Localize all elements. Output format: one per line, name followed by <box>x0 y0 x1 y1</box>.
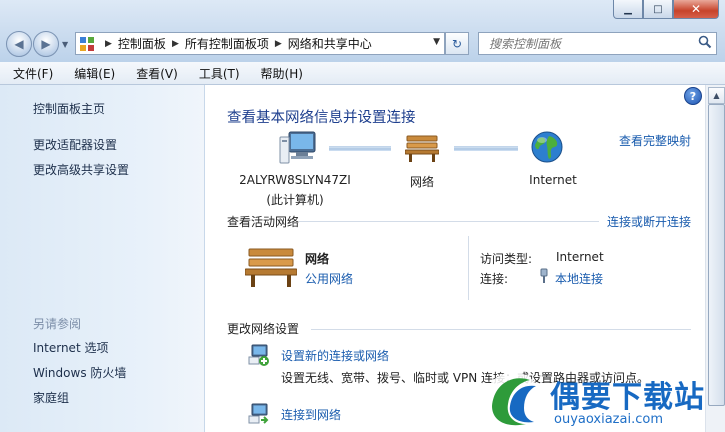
back-arrow-icon: ◀ <box>14 37 24 51</box>
search-box <box>478 32 717 55</box>
maximize-icon: □ <box>653 3 663 15</box>
watermark-brand: 偶要下载站 <box>550 380 705 415</box>
minimize-button[interactable]: ▁ <box>613 0 643 19</box>
minimize-icon: ▁ <box>624 3 632 15</box>
address-bar[interactable]: ▶ 控制面板 ▶ 所有控制面板项 ▶ 网络和共享中心 ▼ <box>75 32 445 55</box>
network-node-label: 网络 <box>409 175 434 189</box>
sidebar-link-sharing-settings[interactable]: 更改高级共享设置 <box>33 161 129 178</box>
refresh-icon: ↻ <box>451 36 463 51</box>
sidebar-link-homegroup[interactable]: 家庭组 <box>33 389 69 406</box>
page-title: 查看基本网络信息并设置连接 <box>227 110 416 126</box>
recent-pages-dropdown[interactable]: ▼ <box>62 40 72 49</box>
sidebar-link-adapter-settings[interactable]: 更改适配器设置 <box>33 136 117 153</box>
search-input[interactable] <box>487 35 696 52</box>
forward-button[interactable]: ▶ <box>33 31 59 57</box>
watermark-url: ouyaoxiazai.com <box>554 412 663 427</box>
address-dropdown-icon[interactable]: ▼ <box>433 37 440 47</box>
nav-buttons: ◀ ▶ ▼ <box>6 31 72 57</box>
network-bench-icon[interactable] <box>405 133 439 163</box>
title-bar: ▁ □ ✕ ◀ ▶ ▼ ▶ 控制面板 ▶ 所有控制面板项 ▶ 网络和共享中心 ▼… <box>0 0 725 62</box>
active-networks-heading: 查看活动网络 <box>227 215 300 229</box>
breadcrumb-separator-icon[interactable]: ▶ <box>172 39 179 49</box>
active-network-name: 网络 <box>305 252 330 266</box>
active-network-bench-icon <box>245 248 297 287</box>
sidebar-link-internet-options[interactable]: Internet 选项 <box>33 339 108 356</box>
connection-line-network-internet <box>454 146 518 151</box>
menu-tools[interactable]: 工具(T) <box>186 65 248 82</box>
setup-connection-link[interactable]: 设置新的连接或网络 <box>281 347 389 364</box>
menu-view[interactable]: 查看(V) <box>123 65 186 82</box>
divider <box>299 221 599 222</box>
computer-name-label: 2ALYRW8SLYN47ZI <box>239 173 351 187</box>
close-button[interactable]: ✕ <box>673 0 719 19</box>
sidebar: 控制面板主页 更改适配器设置 更改高级共享设置 另请参阅 Internet 选项… <box>0 85 205 432</box>
change-settings-heading: 更改网络设置 <box>227 322 300 336</box>
menu-edit[interactable]: 编辑(E) <box>61 65 123 82</box>
new-connection-icon <box>248 344 269 366</box>
access-type-value: Internet <box>556 250 604 264</box>
watermark-logo-icon <box>485 372 541 428</box>
internet-node-label: Internet <box>529 173 577 187</box>
forward-arrow-icon: ▶ <box>41 37 51 51</box>
help-icon: ? <box>689 89 697 103</box>
vertical-divider <box>468 236 469 300</box>
computer-icon[interactable] <box>279 130 319 166</box>
network-type-link[interactable]: 公用网络 <box>305 270 353 287</box>
sidebar-link-home[interactable]: 控制面板主页 <box>33 100 105 117</box>
close-icon: ✕ <box>690 2 702 16</box>
maximize-button[interactable]: □ <box>643 0 673 19</box>
computer-sub-label: (此计算机) <box>266 193 324 207</box>
help-button[interactable]: ? <box>684 87 702 105</box>
breadcrumb-item-network-center[interactable]: 网络和共享中心 <box>288 35 372 52</box>
breadcrumb-separator-icon[interactable]: ▶ <box>275 39 282 49</box>
breadcrumb-item-control-panel[interactable]: 控制面板 <box>118 35 166 52</box>
refresh-button[interactable]: ↻ <box>445 32 469 55</box>
connection-line-computer-network <box>329 146 391 151</box>
breadcrumb: ▶ 控制面板 ▶ 所有控制面板项 ▶ 网络和共享中心 <box>99 35 372 52</box>
menu-help[interactable]: 帮助(H) <box>248 65 311 82</box>
sidebar-link-firewall[interactable]: Windows 防火墙 <box>33 364 126 381</box>
connect-network-icon <box>248 403 269 424</box>
back-button[interactable]: ◀ <box>6 31 32 57</box>
window-controls: ▁ □ ✕ <box>613 0 719 20</box>
scroll-up-icon[interactable]: ▲ <box>708 87 725 104</box>
see-also-heading: 另请参阅 <box>33 317 82 331</box>
divider <box>311 329 691 330</box>
search-icon[interactable] <box>698 35 712 49</box>
connect-disconnect-link[interactable]: 连接或断开连接 <box>607 213 691 230</box>
menu-bar: 文件(F) 编辑(E) 查看(V) 工具(T) 帮助(H) <box>0 62 725 85</box>
breadcrumb-item-all-items[interactable]: 所有控制面板项 <box>185 35 269 52</box>
connection-label: 连接: <box>480 272 509 286</box>
local-connection-link[interactable]: 本地连接 <box>555 270 603 287</box>
menu-file[interactable]: 文件(F) <box>0 65 61 82</box>
breadcrumb-separator-icon[interactable]: ▶ <box>105 39 112 49</box>
connect-to-network-link[interactable]: 连接到网络 <box>281 406 341 423</box>
full-map-link[interactable]: 查看完整映射 <box>619 132 691 149</box>
internet-globe-icon[interactable] <box>530 130 564 164</box>
control-panel-icon <box>80 36 94 51</box>
watermark: 偶要下载站 ouyaoxiazai.com <box>478 360 725 432</box>
ethernet-plug-icon <box>540 268 548 283</box>
access-type-label: 访问类型: <box>480 252 533 266</box>
